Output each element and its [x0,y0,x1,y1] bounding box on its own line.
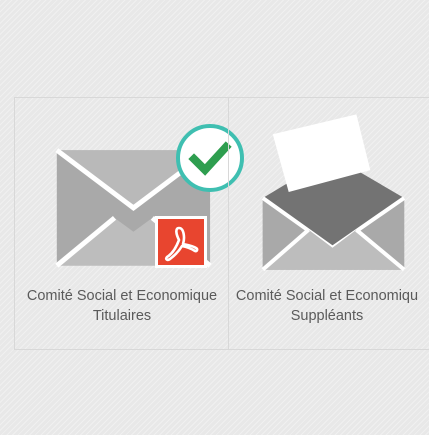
tile-label-line1: Comité Social et Economique [26,288,218,304]
tile-label-line1: Comité Social et Economiqu [235,288,419,304]
tile-label-line2: Titulaires [92,308,152,324]
tile-label-line2: Suppléants [290,308,364,324]
tile-cse-titulaires[interactable]: Comité Social et Economique Titulaires [14,98,244,349]
open-envelope-ballot-icon [261,114,406,272]
pdf-icon [155,216,207,268]
tile-label-titulaires: Comité Social et Economique Titulaires [1,286,243,326]
tile-label-suppleants: Comité Social et Economiqu Suppléants [217,286,429,326]
tile-cse-suppleants[interactable]: Comité Social et Economiqu Suppléants [228,98,429,349]
election-tiles-row: Comité Social et Economique Titulaires C… [14,97,429,350]
